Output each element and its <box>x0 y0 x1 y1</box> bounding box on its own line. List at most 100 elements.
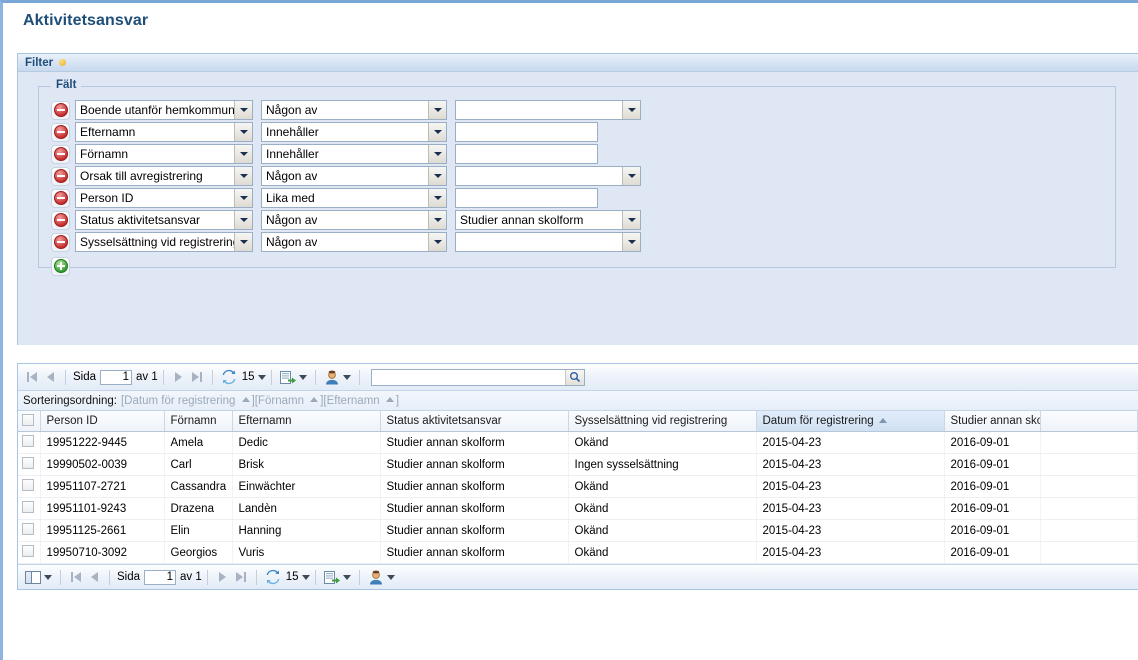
add-filter-row-button[interactable] <box>51 256 70 276</box>
filter-text-input[interactable] <box>455 144 598 164</box>
prev-page-icon-bottom[interactable] <box>86 569 103 586</box>
chevron-down-icon[interactable] <box>622 211 640 229</box>
table-row[interactable]: 19951125-2661 Elin Hanning Studier annan sk… <box>18 519 1138 542</box>
sort-order-items[interactable]: [Datum för registrering ][Förnamn ][Efte… <box>121 395 399 407</box>
filter-select[interactable]: Någon av <box>261 100 447 120</box>
chevron-down-icon[interactable] <box>234 211 252 229</box>
page-number-input[interactable] <box>100 369 133 385</box>
chevron-down-icon[interactable] <box>622 101 640 119</box>
filter-select[interactable]: Förnamn <box>75 144 253 164</box>
filter-text-input[interactable] <box>455 188 598 208</box>
chevron-down-icon[interactable] <box>234 123 252 141</box>
row-checkbox[interactable] <box>22 435 34 447</box>
filter-select[interactable]: Innehåller <box>261 144 447 164</box>
filter-select[interactable]: Orsak till avregistrering <box>75 166 253 186</box>
table-row[interactable]: 19951222-9445 Amela Dedic Studier annan sko… <box>18 431 1138 454</box>
chevron-down-icon[interactable] <box>234 101 252 119</box>
chevron-down-icon[interactable] <box>234 233 252 251</box>
export-icon-bottom[interactable] <box>323 570 351 585</box>
select-all-checkbox[interactable] <box>22 413 34 426</box>
column-chooser-icon[interactable] <box>25 570 52 584</box>
export-icon[interactable] <box>279 370 307 385</box>
page-number-input-bottom[interactable] <box>144 569 177 585</box>
chevron-down-icon[interactable] <box>622 167 640 185</box>
sort-order-item[interactable]: [Datum för registrering ] <box>121 395 255 407</box>
user-icon[interactable] <box>324 370 351 385</box>
chevron-down-icon[interactable] <box>428 211 446 229</box>
remove-filter-row-button[interactable] <box>51 100 70 120</box>
chevron-down-icon[interactable] <box>622 233 640 251</box>
user-chevron-down-icon-bottom[interactable] <box>386 574 395 580</box>
column-header[interactable]: Status aktivitetsansvar <box>380 411 569 432</box>
chevron-down-icon[interactable] <box>234 167 252 185</box>
row-select-cell[interactable] <box>18 497 41 520</box>
row-checkbox[interactable] <box>22 501 34 513</box>
search-input[interactable] <box>371 368 565 386</box>
filter-select[interactable]: Någon av <box>261 232 447 252</box>
filter-select[interactable]: Studier annan skolform <box>455 210 641 230</box>
search-box[interactable] <box>370 368 585 386</box>
sort-order-item[interactable]: [Efternamn ] <box>323 395 399 407</box>
chevron-down-icon[interactable] <box>428 233 446 251</box>
chevron-down-icon[interactable] <box>428 189 446 207</box>
filter-select[interactable]: Sysselsättning vid registrering <box>75 232 253 252</box>
chevron-down-icon[interactable] <box>428 167 446 185</box>
refresh-icon[interactable] <box>221 369 237 385</box>
refresh-icon-bottom[interactable] <box>265 569 281 585</box>
filter-panel-header[interactable]: Filter <box>18 54 1138 72</box>
user-chevron-down-icon[interactable] <box>342 374 351 380</box>
remove-filter-row-button[interactable] <box>51 232 70 252</box>
export-chevron-down-icon[interactable] <box>298 374 307 380</box>
chevron-down-icon[interactable] <box>428 145 446 163</box>
filter-text-input[interactable] <box>455 122 598 142</box>
column-header[interactable]: Efternamn <box>232 411 381 432</box>
column-header[interactable]: Sysselsättning vid registrering <box>568 411 757 432</box>
row-select-cell[interactable] <box>18 475 41 498</box>
select-all-header[interactable] <box>18 411 41 432</box>
table-row[interactable]: 19951107-2721 Cassandra Einwächter Studier … <box>18 475 1138 498</box>
last-page-icon[interactable] <box>189 369 206 386</box>
chevron-down-icon[interactable] <box>234 189 252 207</box>
page-size-chevron-down-icon[interactable] <box>257 374 266 380</box>
filter-select[interactable] <box>455 232 641 252</box>
remove-filter-row-button[interactable] <box>51 166 70 186</box>
filter-select[interactable] <box>455 100 641 120</box>
chevron-down-icon[interactable] <box>428 101 446 119</box>
filter-select[interactable]: Person ID <box>75 188 253 208</box>
table-row[interactable]: 19951101-9243 Drazena Landèn Studier annan … <box>18 497 1138 520</box>
next-page-icon[interactable] <box>170 369 187 386</box>
row-checkbox[interactable] <box>22 523 34 535</box>
remove-filter-row-button[interactable] <box>51 210 70 230</box>
next-page-icon-bottom[interactable] <box>214 569 231 586</box>
table-row[interactable]: 19990502-0039 Carl Brisk Studier annan skol… <box>18 453 1138 476</box>
filter-select[interactable]: Efternamn <box>75 122 253 142</box>
filter-select[interactable]: Någon av <box>261 166 447 186</box>
filter-select[interactable]: Status aktivitetsansvar <box>75 210 253 230</box>
chevron-down-icon[interactable] <box>234 145 252 163</box>
remove-filter-row-button[interactable] <box>51 122 70 142</box>
sort-order-item[interactable]: [Förnamn ] <box>255 395 324 407</box>
row-checkbox[interactable] <box>22 457 34 469</box>
remove-filter-row-button[interactable] <box>51 144 70 164</box>
filter-select[interactable]: Lika med <box>261 188 447 208</box>
filter-select[interactable]: Någon av <box>261 210 447 230</box>
column-chooser-chevron-down-icon[interactable] <box>44 574 52 580</box>
page-size-chevron-down-icon-bottom[interactable] <box>301 574 310 580</box>
first-page-icon[interactable] <box>23 369 40 386</box>
remove-filter-row-button[interactable] <box>51 188 70 208</box>
column-header[interactable]: Person ID <box>40 411 165 432</box>
last-page-icon-bottom[interactable] <box>233 569 250 586</box>
column-header[interactable]: Förnamn <box>164 411 233 432</box>
row-checkbox[interactable] <box>22 479 34 491</box>
user-icon-bottom[interactable] <box>368 570 395 585</box>
column-header[interactable]: Studier annan skolform <box>944 411 1042 432</box>
first-page-icon-bottom[interactable] <box>67 569 84 586</box>
table-row[interactable]: 19950710-3092 Georgios Vuris Studier annan … <box>18 541 1138 564</box>
row-select-cell[interactable] <box>18 431 41 454</box>
row-select-cell[interactable] <box>18 453 41 476</box>
chevron-down-icon[interactable] <box>428 123 446 141</box>
prev-page-icon[interactable] <box>42 369 59 386</box>
row-select-cell[interactable] <box>18 541 41 564</box>
search-button[interactable] <box>564 369 584 385</box>
column-header[interactable]: Datum för registrering <box>756 411 945 432</box>
